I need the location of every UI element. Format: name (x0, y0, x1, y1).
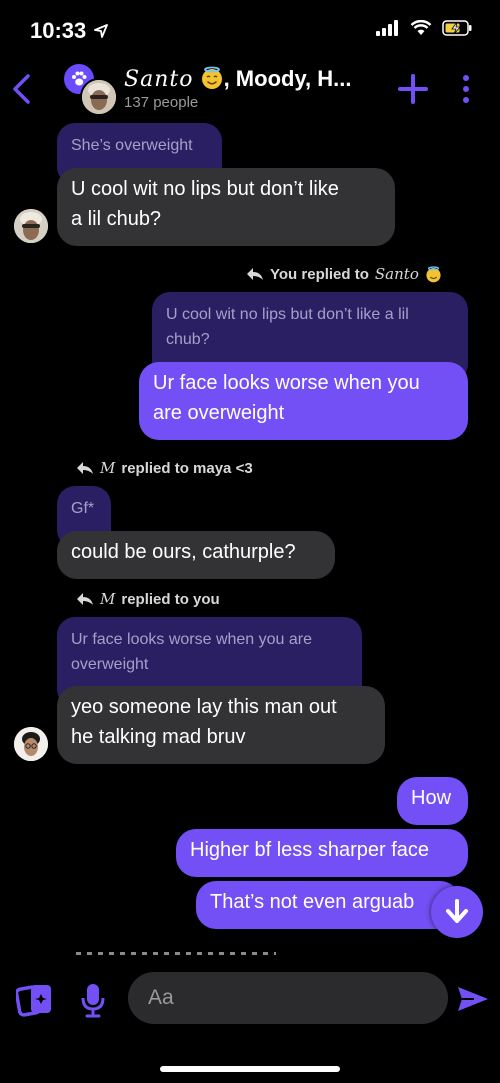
message-input[interactable]: Aa (128, 972, 448, 1024)
more-options-button[interactable] (458, 72, 474, 111)
reply-arrow-icon (77, 593, 93, 605)
more-vertical-icon (463, 75, 469, 103)
reply-indicator: You replied to Santo (246, 265, 442, 283)
person-photo-icon (14, 727, 48, 761)
scroll-to-bottom-button[interactable] (431, 886, 483, 938)
member-count: 137 people (124, 94, 199, 111)
home-indicator (160, 1066, 340, 1072)
wifi-icon (410, 20, 432, 35)
sender-avatar[interactable] (14, 727, 48, 761)
add-member-button[interactable] (396, 72, 430, 111)
chevron-left-icon (13, 74, 30, 104)
reply-arrow-icon (247, 268, 263, 280)
message-bubble[interactable]: yeo someone lay this man out he talking … (57, 686, 385, 764)
reply-arrow-icon (77, 462, 93, 474)
reply-indicator: M replied to you (76, 590, 220, 608)
halo-emoji-icon (200, 66, 224, 96)
cards-icon (14, 985, 51, 1017)
halo-emoji-icon (426, 265, 441, 282)
send-button[interactable] (456, 984, 490, 1019)
status-bar: 10:33 (0, 0, 500, 60)
clock: 10:33 (30, 18, 109, 44)
sender-avatar[interactable] (14, 209, 48, 243)
status-icons (376, 20, 472, 36)
message-bubble[interactable]: U cool wit no lips but don’t like a lil … (57, 168, 395, 246)
photos-button[interactable] (14, 982, 56, 1023)
message-bubble[interactable]: Higher bf less sharper face (176, 829, 468, 877)
chat-title[interactable]: Santo , Moody, H... (124, 66, 352, 96)
cellular-signal-icon (376, 20, 398, 36)
reply-indicator: M replied to maya <3 (76, 459, 253, 477)
person-photo-icon (82, 80, 116, 114)
message-bubble[interactable]: Ur face looks worse when you are overwei… (139, 362, 468, 440)
person-photo-icon (14, 209, 48, 243)
voice-message-button[interactable] (80, 982, 106, 1023)
battery-charging-icon (442, 20, 472, 36)
microphone-icon (81, 984, 105, 1018)
message-bubble[interactable]: That’s not even arguab (196, 881, 460, 929)
plus-icon (398, 74, 428, 104)
message-bubble[interactable]: could be ours, cathurple? (57, 531, 335, 579)
message-bubble[interactable]: How (397, 777, 468, 825)
location-arrow-icon (94, 24, 109, 38)
arrow-down-icon (446, 899, 468, 923)
back-button[interactable] (10, 72, 32, 111)
cut-off-reply-indicator (76, 946, 276, 956)
member-avatar (80, 78, 118, 116)
send-icon (458, 987, 488, 1011)
